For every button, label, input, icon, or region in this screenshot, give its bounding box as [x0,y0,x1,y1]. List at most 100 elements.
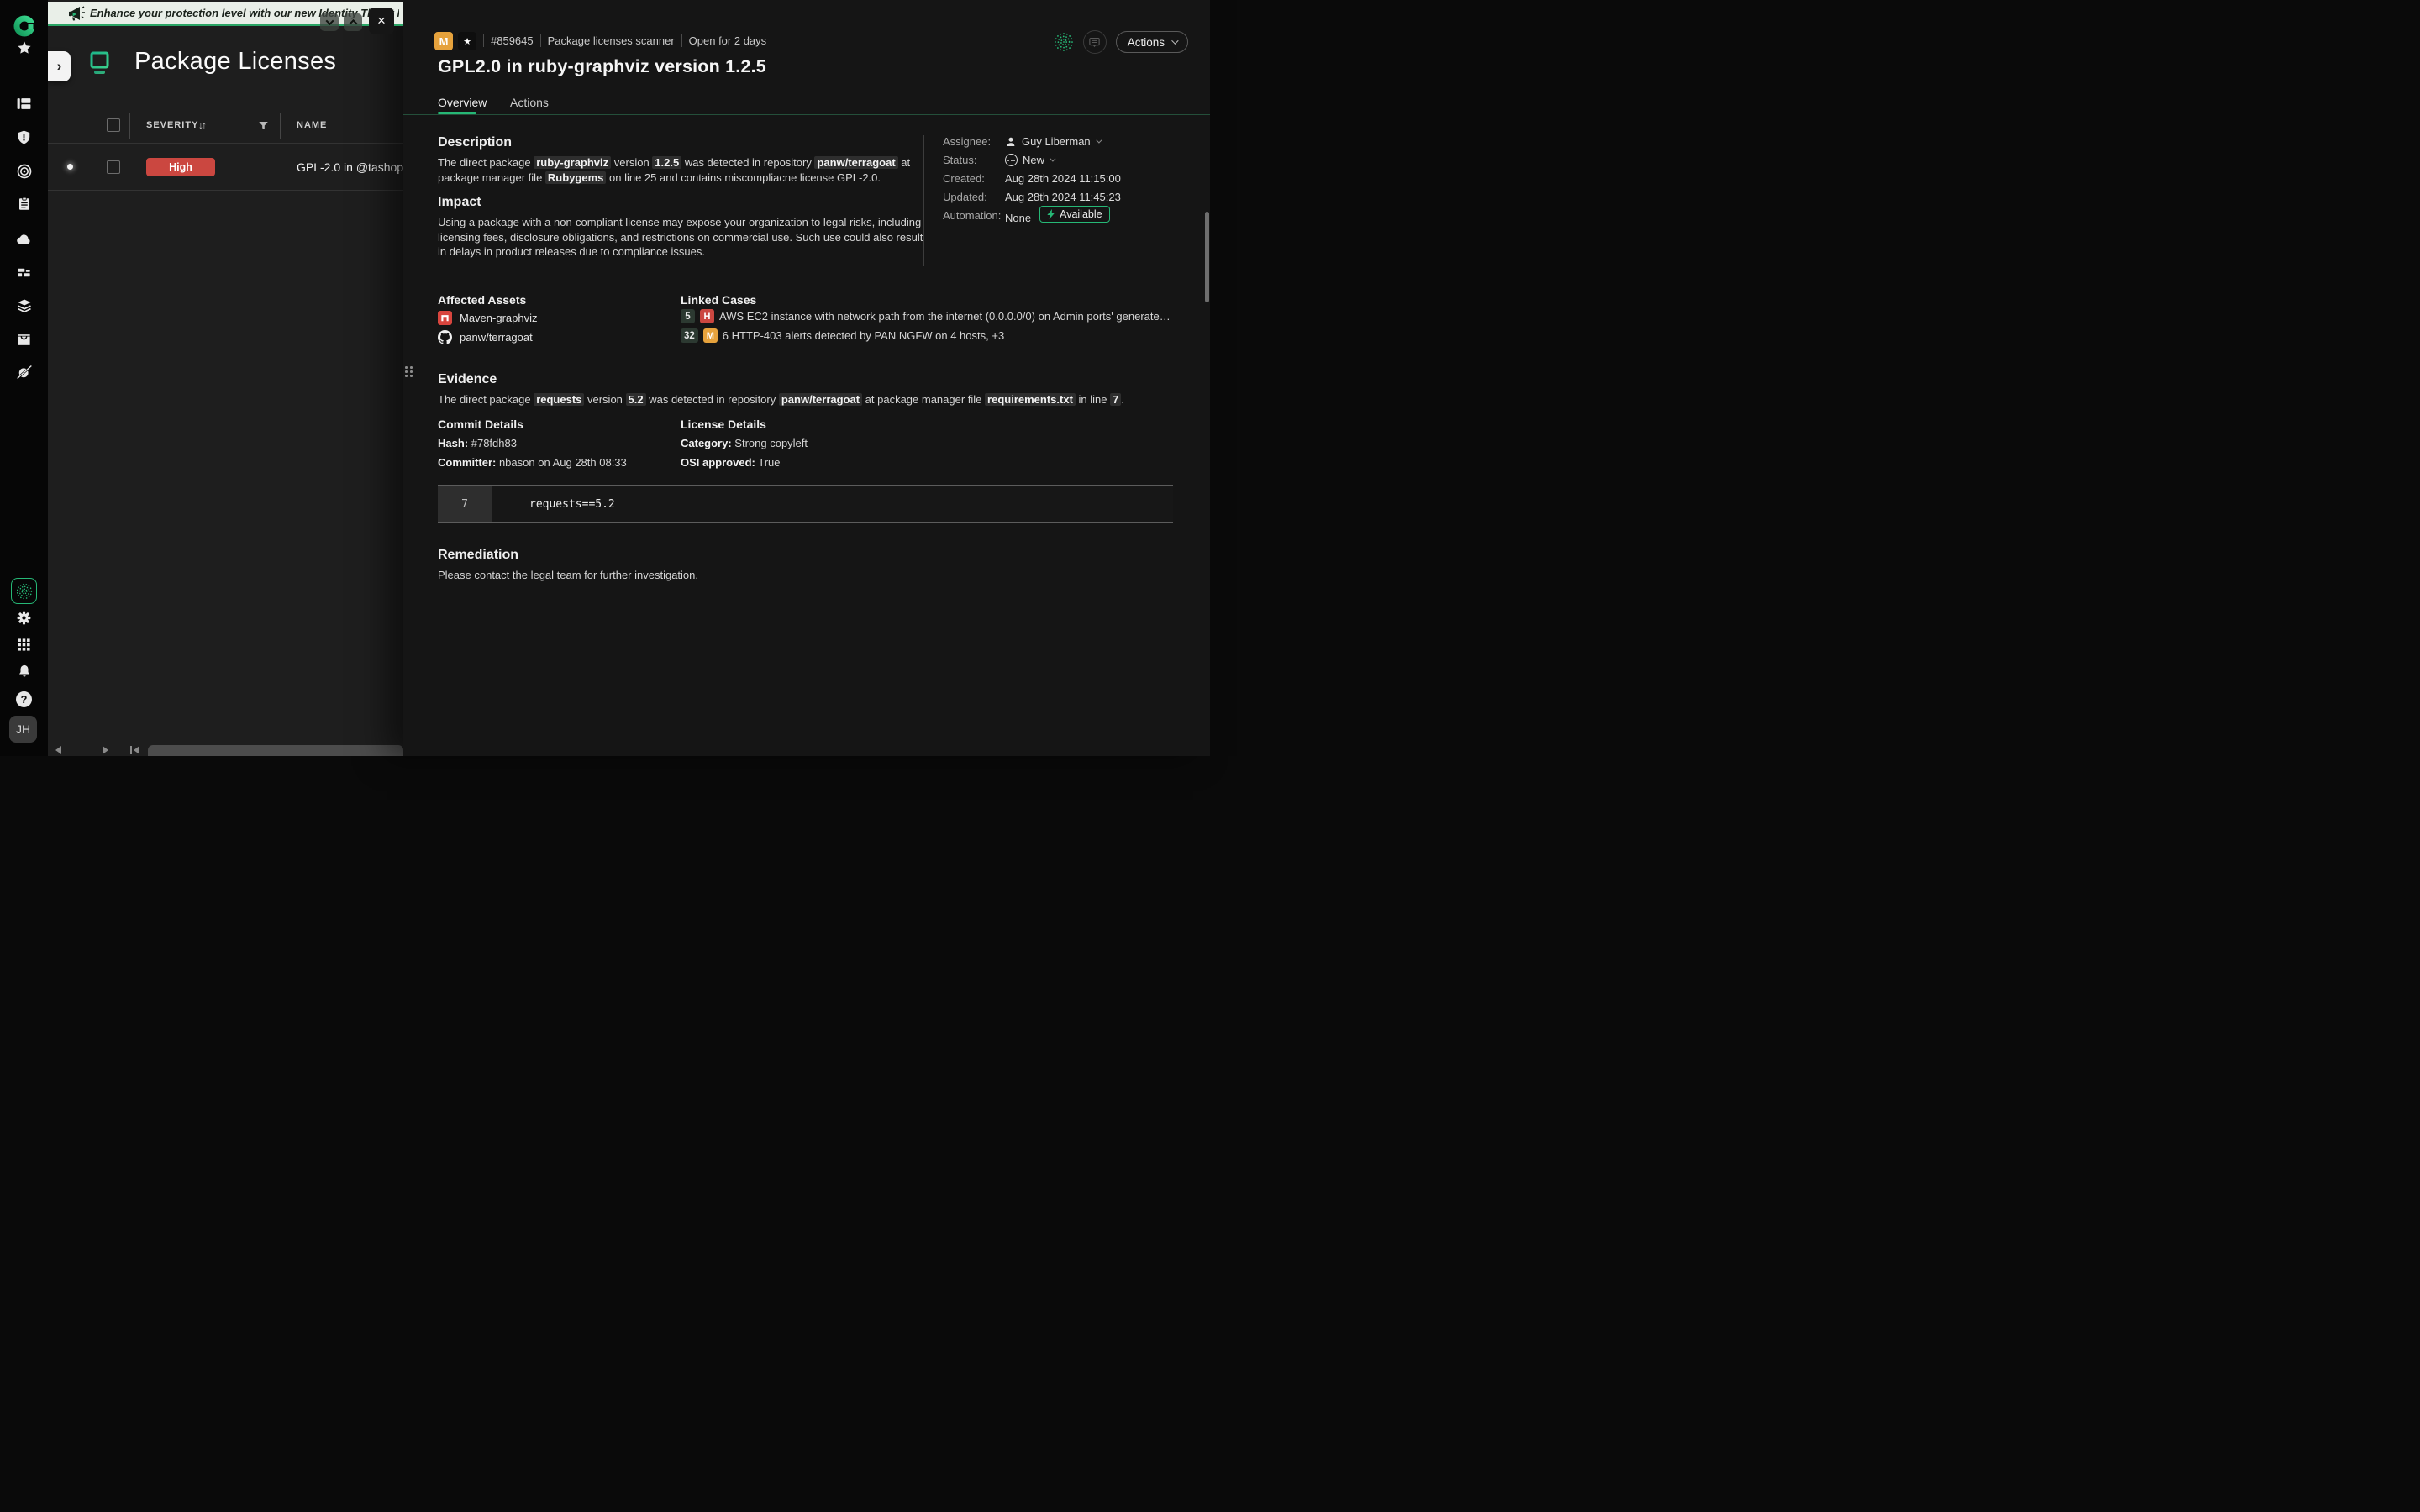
column-header-name[interactable]: NAME [297,120,327,130]
case-id: #859645 [491,34,534,47]
sidebar-item-assets[interactable] [0,257,48,287]
chevron-down-icon [1096,138,1102,144]
asset-item[interactable]: panw/terragoat [438,330,533,344]
settings-button[interactable] [0,602,48,633]
alert-count-badge: 32 [681,328,698,343]
apps-grid-button[interactable] [0,629,48,659]
favorite-star-button[interactable]: ★ [458,32,476,50]
scroll-start-arrow[interactable] [134,746,139,754]
chevron-down-icon [1171,37,1178,44]
header-actions: Actions [1054,30,1188,54]
case-age: Open for 2 days [689,34,767,47]
table-header: SEVERITY ↓↑ NAME [48,109,403,144]
horizontal-scrollbar[interactable] [148,745,403,756]
banner-collapse-button[interactable] [320,13,339,31]
sidebar-item-favorites[interactable] [0,33,48,63]
severity-medium-badge: M [703,328,718,343]
dashboard-icon [16,96,32,112]
sort-icon[interactable]: ↓↑ [198,119,205,131]
unread-indicator [67,164,73,170]
shield-alert-icon [16,129,32,145]
banner-close-button[interactable]: × [369,8,394,34]
banner-expand-button[interactable] [344,13,362,31]
automation-value: None [1005,209,1031,226]
remediation-text: Please contact the legal team for furthe… [438,568,1160,583]
sidebar-item-inventory[interactable] [0,324,48,354]
sidebar-item-reports[interactable] [0,189,48,219]
question-icon: ? [16,691,32,707]
case-detail-panel: M ★ #859645 Package licenses scanner Ope… [403,0,1210,756]
description-text: The direct package ruby-graphviz version… [438,155,918,185]
sidebar-item-active-module[interactable] [11,578,37,604]
impact-text: Using a package with a non-compliant lic… [438,215,923,260]
page-title: Package Licenses [134,48,336,76]
remediation-heading: Remediation [438,548,518,563]
dotted-spiral-icon[interactable] [1054,32,1074,52]
sidebar-item-layers[interactable] [0,291,48,321]
star-icon [16,39,33,56]
created-value: Aug 28th 2024 11:15:00 [1005,172,1121,185]
sidebar-item-cloud[interactable] [0,223,48,254]
chevron-up-icon [349,19,357,28]
comments-button[interactable] [1083,30,1107,54]
notifications-button[interactable] [0,656,48,686]
meta-created: Created: Aug 28th 2024 11:15:00 [943,172,1121,185]
chevron-down-icon [1050,156,1055,162]
commit-hash: Hash: #78fdh83 [438,437,517,449]
chevron-down-icon [325,17,334,25]
issue-name: GPL-2.0 in @tashop/c [297,160,403,174]
status-new-icon [1005,154,1018,166]
drag-handle[interactable] [405,366,413,381]
linked-case[interactable]: 5 H AWS EC2 instance with network path f… [681,309,1173,323]
meta-assignee: Assignee: Guy Liberman [943,135,1100,148]
actions-button[interactable]: Actions [1116,31,1188,53]
layers-icon [16,297,33,314]
meta-automation: Automation: None Available [943,209,1110,226]
table-row[interactable]: High GPL-2.0 in @tashop/c [48,144,403,191]
sidebar-item-threat-hunting[interactable] [0,156,48,186]
github-icon [438,330,452,344]
license-category: Category: Strong copyleft [681,437,808,449]
status-dropdown[interactable]: New [1005,154,1054,166]
affected-assets-heading: Affected Assets [438,293,526,307]
sidebar-item-dashboards[interactable] [0,88,48,118]
asset-item[interactable]: Maven-graphviz [438,311,538,325]
user-avatar[interactable]: JH [9,716,37,743]
package-licenses-icon [87,50,113,81]
vertical-scrollbar[interactable] [1205,212,1209,302]
assignee-dropdown[interactable]: Guy Liberman [1005,135,1100,148]
code-content: requests==5.2 [492,486,1173,522]
grid-icon [17,638,31,652]
code-snippet: 7 requests==5.2 [438,485,1173,523]
lightning-icon [1047,209,1055,219]
tray-icon [16,332,32,348]
scroll-right-arrow[interactable] [103,746,108,754]
scroll-left-arrow[interactable] [55,746,61,754]
chat-bubble-icon [1088,36,1101,49]
case-title: GPL2.0 in ruby-graphviz version 1.2.5 [438,56,766,77]
evidence-heading: Evidence [438,372,497,387]
dotted-spiral-icon [15,582,34,601]
target-icon [16,163,33,180]
help-button[interactable]: ? [0,684,48,714]
expand-panel-button[interactable]: › [48,51,71,81]
sidebar: ? JH [0,0,48,756]
column-header-severity[interactable]: SEVERITY [146,120,198,130]
linked-cases-heading: Linked Cases [681,293,756,307]
package-licenses-panel: › Package Licenses SEVERITY ↓↑ NAME High… [48,0,403,756]
sidebar-item-incidents[interactable] [0,122,48,152]
tab-overview[interactable]: Overview [438,96,487,109]
gear-icon [16,610,32,626]
automation-available-button[interactable]: Available [1039,206,1110,223]
filter-icon[interactable] [258,120,269,135]
linked-case[interactable]: 32 M 6 HTTP-403 alerts detected by PAN N… [681,328,1004,343]
row-checkbox[interactable] [107,160,120,174]
select-all-checkbox[interactable] [107,118,120,132]
swoosh-icon [16,364,33,381]
blocks-icon [16,265,32,281]
tab-actions[interactable]: Actions [510,96,549,109]
sidebar-item-xsoar[interactable] [0,357,48,387]
license-osi: OSI approved: True [681,456,780,469]
announcement-banner: Enhance your protection level with our n… [48,2,403,26]
case-id-row: #859645 Package licenses scanner Open fo… [483,34,766,47]
